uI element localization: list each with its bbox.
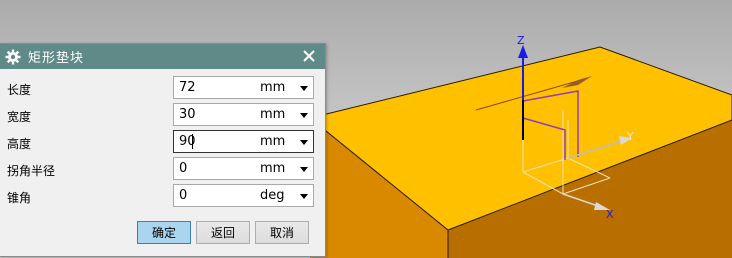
text-cursor (192, 134, 193, 149)
corner-radius-row: 拐角半径 0 mm (0, 157, 325, 182)
corner-radius-value[interactable]: 0 (179, 161, 187, 176)
height-label: 高度 (7, 137, 32, 151)
taper-angle-row: 锥角 0 deg (0, 184, 325, 209)
chevron-down-icon[interactable] (300, 86, 308, 91)
length-unit-select[interactable]: mm (260, 80, 285, 95)
x-axis-label: X (606, 208, 614, 221)
length-value[interactable]: 72 (179, 80, 196, 95)
y-axis-label: Y (626, 130, 634, 143)
cancel-button[interactable]: 取消 (255, 221, 309, 244)
height-unit-select[interactable]: mm (260, 134, 285, 149)
width-label: 宽度 (7, 110, 32, 124)
length-label: 长度 (7, 83, 32, 97)
taper-angle-label: 锥角 (7, 191, 32, 205)
dialog-titlebar[interactable]: 矩形垫块 (0, 44, 325, 69)
chevron-down-icon[interactable] (300, 167, 308, 172)
taper-angle-value[interactable]: 0 (179, 188, 187, 203)
height-value[interactable]: 90 (179, 134, 196, 149)
length-field[interactable]: 72 mm (173, 76, 314, 99)
width-row: 宽度 30 mm (0, 103, 325, 128)
length-row: 长度 72 mm (0, 76, 325, 101)
height-row: 高度 90 mm (0, 130, 325, 155)
taper-angle-field[interactable]: 0 deg (173, 184, 314, 207)
corner-radius-field[interactable]: 0 mm (173, 157, 314, 180)
dialog-title: 矩形垫块 (28, 51, 85, 66)
chevron-down-icon[interactable] (300, 194, 308, 199)
width-unit-select[interactable]: mm (260, 107, 285, 122)
height-field[interactable]: 90 mm (173, 130, 314, 153)
corner-radius-label: 拐角半径 (7, 164, 56, 178)
chevron-down-icon[interactable] (300, 113, 308, 118)
chevron-down-icon[interactable] (300, 140, 308, 145)
close-icon[interactable] (301, 48, 317, 64)
width-value[interactable]: 30 (179, 107, 196, 122)
back-button[interactable]: 返回 (196, 221, 250, 244)
ok-button[interactable]: 确定 (137, 221, 191, 244)
z-axis-label: Z (517, 34, 525, 47)
gear-icon (5, 49, 21, 64)
rectangular-pad-dialog: 矩形垫块 长度 72 mm 宽度 30 mm 高度 90 mm 拐角半径 0 m… (0, 43, 326, 257)
corner-radius-unit-select[interactable]: mm (260, 161, 285, 176)
taper-angle-unit-select[interactable]: deg (260, 188, 285, 203)
width-field[interactable]: 30 mm (173, 103, 314, 126)
